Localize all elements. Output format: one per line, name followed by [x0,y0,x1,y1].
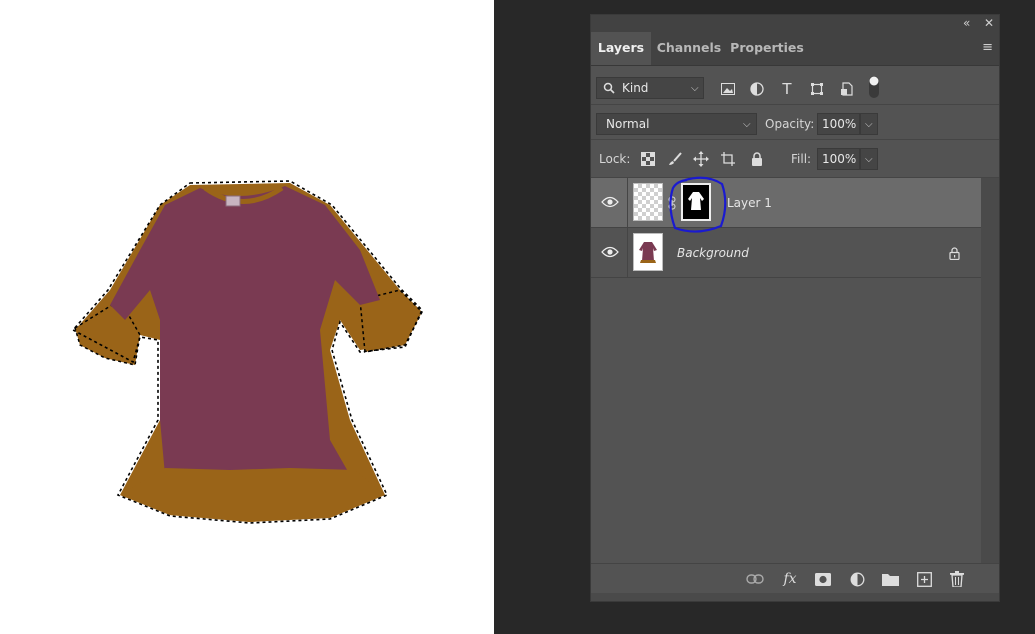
opacity-dropdown-button[interactable]: ⌵ [860,113,878,135]
layers-scrollbar[interactable] [981,178,999,563]
filter-toggle-icon[interactable] [863,76,885,98]
search-icon [603,82,615,94]
new-group-icon[interactable] [880,570,900,588]
layer-thumbnail[interactable] [633,183,663,221]
filter-row: Kind ⌵ T [591,66,999,105]
chevron-down-icon: ⌵ [865,154,873,165]
opacity-value: 100% [822,117,857,131]
tab-channels[interactable]: Channels [653,32,725,65]
blend-mode-value: Normal [606,117,650,131]
lock-icon [949,247,960,260]
layer-name[interactable]: Background [677,246,749,260]
layer-name[interactable]: Layer 1 [727,196,772,210]
layers-panel: « ✕ Layers Channels Properties ≡ Kind ⌵ … [590,14,1000,602]
chevron-down-icon: ⌵ [743,119,751,130]
fill-value: 100% [822,152,857,166]
fill-input[interactable]: 100% [817,148,860,170]
add-mask-icon[interactable] [813,570,833,588]
eye-icon[interactable] [601,195,619,209]
eye-icon[interactable] [601,245,619,259]
panel-resize-grip[interactable] [591,593,999,601]
kind-filter-select[interactable]: Kind ⌵ [596,77,704,99]
close-panel-button[interactable]: ✕ [984,16,994,30]
visibility-column-divider [627,178,628,227]
lock-position-icon[interactable] [690,148,712,170]
layers-bottom-bar: fx [591,563,999,594]
lock-transparent-pixels-icon[interactable] [637,148,659,170]
dress-image [71,180,423,524]
blend-mode-select[interactable]: Normal ⌵ [596,113,757,135]
shape-filter-icon[interactable] [806,78,828,100]
lock-image-pixels-icon[interactable] [664,148,686,170]
delete-layer-icon[interactable] [947,570,967,588]
layer-thumbnail[interactable] [633,233,663,271]
annotation-circle [669,176,727,233]
tab-properties[interactable]: Properties [727,32,807,65]
panel-titlebar: « ✕ [591,15,999,32]
fill-dropdown-button[interactable]: ⌵ [860,148,878,170]
lock-all-icon[interactable] [746,148,768,170]
chevron-down-icon: ⌵ [865,119,873,130]
layer-row-background[interactable]: Background [591,228,981,278]
new-layer-icon[interactable] [914,570,934,588]
layer-row-layer-1[interactable]: Layer 1 [591,176,981,233]
kind-filter-label: Kind [622,81,649,95]
smart-object-filter-icon[interactable] [836,78,858,100]
panel-menu-icon[interactable]: ≡ [982,40,993,55]
chevron-down-icon: ⌵ [691,83,699,94]
link-layers-icon[interactable] [745,570,765,588]
opacity-input[interactable]: 100% [817,113,860,135]
adjustment-filter-icon[interactable] [746,78,768,100]
collapse-panel-button[interactable]: « [963,16,970,30]
adjustment-layer-icon[interactable] [847,570,867,588]
blend-row: Normal ⌵ Opacity: 100% ⌵ [591,105,999,140]
pixel-filter-icon[interactable] [717,78,739,100]
lock-artboard-icon[interactable] [717,148,739,170]
lock-row: Lock: Fill: 100% ⌵ [591,140,999,178]
panel-tabs: Layers Channels Properties ≡ [591,32,999,66]
document-canvas[interactable] [0,0,494,634]
type-filter-icon[interactable]: T [776,78,798,100]
fill-label: Fill: [791,152,812,166]
lock-label: Lock: [599,152,631,166]
layers-list: Layer 1 Background [591,176,981,563]
visibility-column-divider [627,228,628,277]
opacity-label: Opacity: [765,117,815,131]
fx-icon[interactable]: fx [780,570,800,588]
tab-layers[interactable]: Layers [591,32,651,65]
